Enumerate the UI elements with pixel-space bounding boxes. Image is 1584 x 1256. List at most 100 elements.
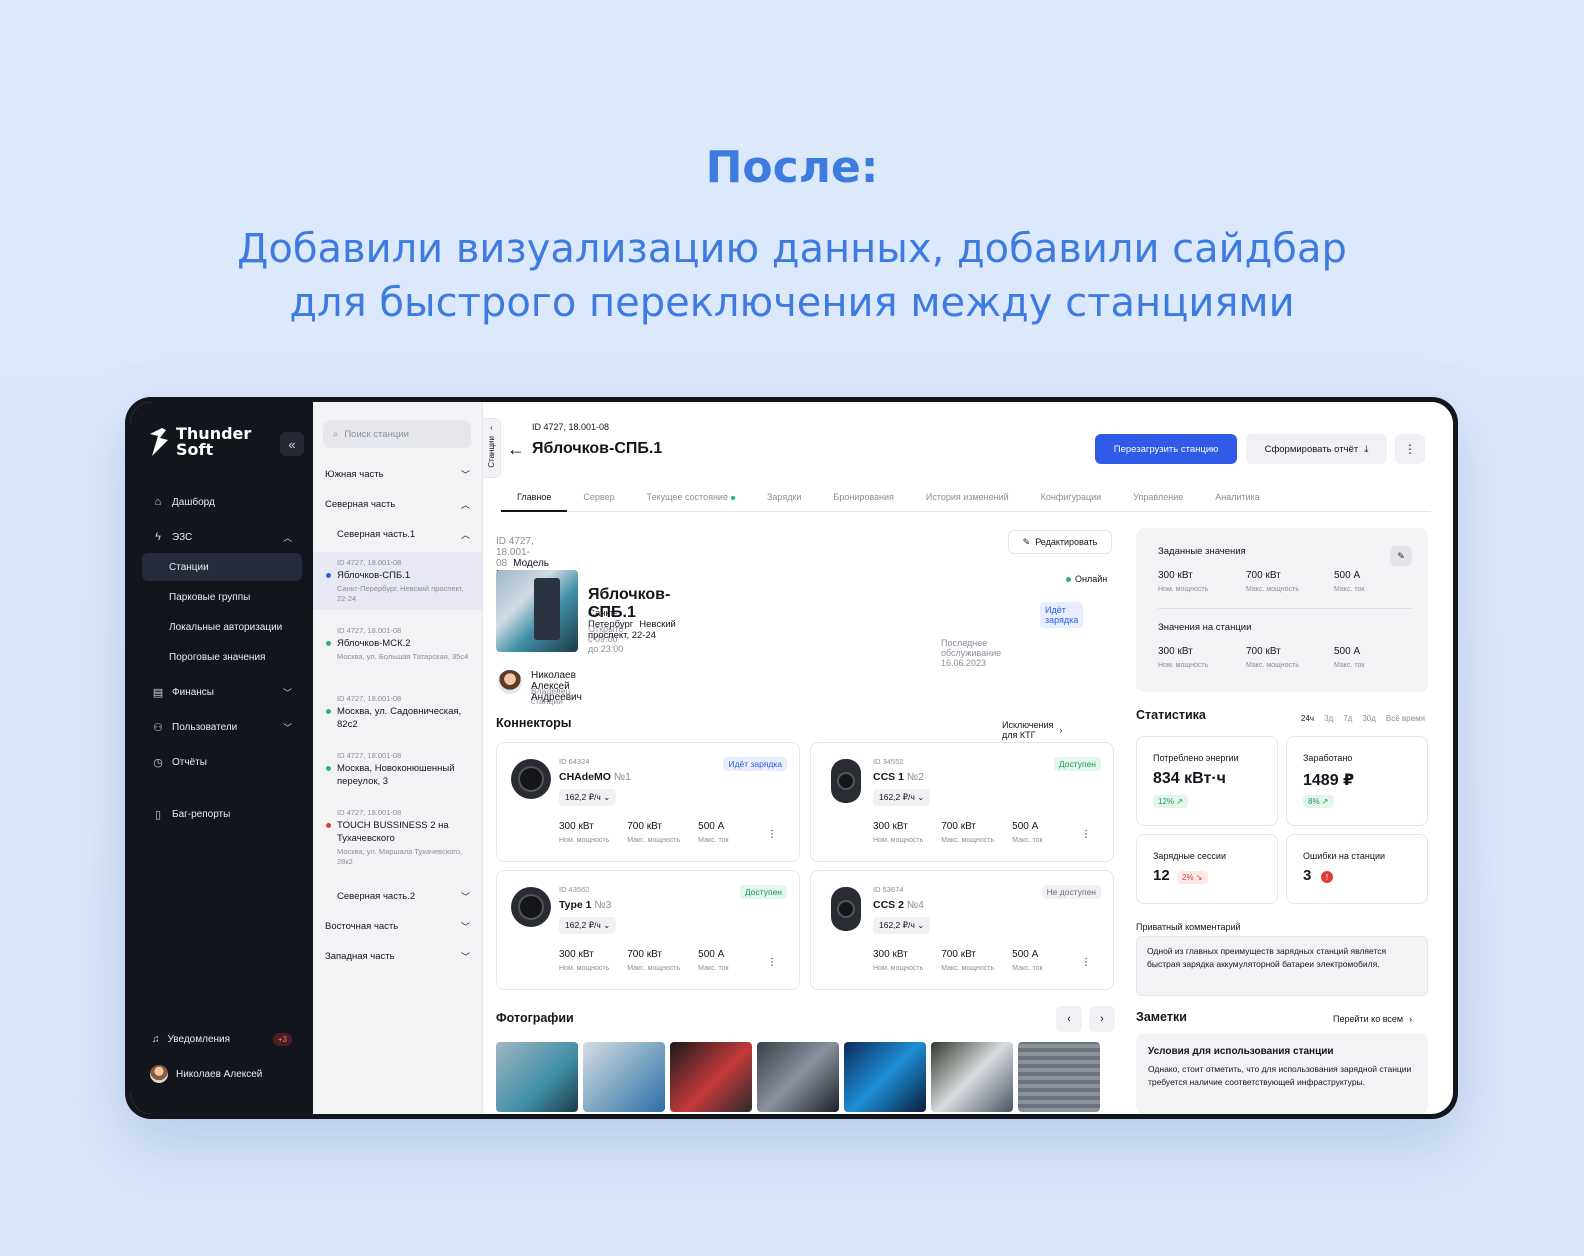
more-icon[interactable]: ⋮	[1081, 957, 1091, 968]
nav-item-ezs[interactable]: ϟ ЭЗС ︿	[142, 523, 302, 551]
connector-card[interactable]: ID 43562 Type 1 №3 162,2 ₽/ч ⌄ Доступен …	[496, 870, 800, 990]
chevron-down-icon: ﹀	[460, 951, 470, 962]
station-address: Москва, ул. Большая Татарская, 35с4	[337, 652, 469, 661]
chevron-down-icon: ﹀	[282, 722, 292, 733]
status-dot	[326, 573, 331, 578]
chevron-down-icon: ﹀	[460, 891, 470, 902]
nav-sub-park-groups[interactable]: Парковые группы	[142, 583, 302, 611]
type1-connector-icon	[511, 887, 551, 927]
tariff-dropdown[interactable]: 162,2 ₽/ч ⌄	[873, 917, 931, 934]
stations-sidebar-toggle[interactable]: ‹ Станции	[483, 418, 501, 478]
group-north[interactable]: Северная часть ︿	[325, 494, 470, 514]
station-list-item[interactable]: ID 4727, 18.001-08 Москва, Новоконюшенны…	[313, 745, 482, 794]
period-24h[interactable]: 24ч	[1301, 714, 1314, 723]
group-south[interactable]: Южная часть ﹀	[325, 464, 470, 484]
growth-badge: 12% ↗	[1153, 795, 1188, 808]
notifications-label: Уведомления	[167, 1033, 231, 1045]
photo-thumb[interactable]	[583, 1042, 665, 1112]
nav-item-reports[interactable]: ◷ Отчёты	[142, 748, 302, 776]
photo-strip	[496, 1042, 1114, 1112]
station-list-item[interactable]: ID 4727, 18.001-08 Москва, ул. Садовниче…	[313, 688, 482, 737]
connector-card[interactable]: ID 64324 CHAdeMO №1 162,2 ₽/ч ⌄ Идёт зар…	[496, 742, 800, 862]
hero-title: После:	[705, 142, 879, 193]
decline-badge: 2% ↘	[1177, 871, 1208, 884]
period-3d[interactable]: 3д	[1324, 714, 1333, 723]
station-list-item[interactable]: ID 4727, 18.001-08 TOUCH BUSSINESS 2 на …	[313, 802, 482, 873]
tariff-dropdown[interactable]: 162,2 ₽/ч ⌄	[559, 789, 617, 806]
document-icon: ▤	[152, 686, 164, 699]
collapse-sidebar-button[interactable]: «	[280, 432, 304, 456]
divider	[1158, 608, 1412, 609]
user-profile[interactable]: Николаев Алексей	[142, 1060, 302, 1088]
status-badge: Доступен	[739, 885, 787, 899]
logo-text-line-2: Soft	[176, 440, 214, 459]
note-title: Условия для использования станции	[1148, 1046, 1334, 1057]
tariff-dropdown[interactable]: 162,2 ₽/ч ⌄	[559, 917, 617, 934]
group-north-2[interactable]: Северная часть.2 ﹀	[337, 886, 470, 906]
search-placeholder: Поиск станции	[344, 428, 409, 440]
hero-subtitle-line-1: Добавили визуализацию данных, добавили с…	[237, 226, 1347, 272]
station-values-title: Значения на станции	[1158, 622, 1252, 633]
group-east[interactable]: Восточная часть ﹀	[325, 916, 470, 936]
tariff-dropdown[interactable]: 162,2 ₽/ч ⌄	[873, 789, 931, 806]
chevron-up-icon: ︿	[460, 499, 470, 510]
hero-subtitle-line-2: для быстрого переключения между станциям…	[289, 280, 1295, 326]
nav-sub-local-auth[interactable]: Локальные авторизации	[142, 613, 302, 641]
period-7d[interactable]: 7д	[1343, 714, 1352, 723]
edit-button[interactable]: ✎ Редактировать	[1008, 530, 1112, 554]
chevron-down-icon: ﹀	[460, 469, 470, 480]
status-dot	[326, 709, 331, 714]
station-list-item[interactable]: ID 4727, 18.001-08 Яблочков-МСК.2 Москва…	[313, 620, 482, 668]
nav-item-bug-reports[interactable]: ▯ Баг-репорты	[142, 800, 302, 828]
nav-item-finance[interactable]: ▤ Финансы ﹀	[142, 678, 302, 706]
photos-prev-button[interactable]: ‹	[1056, 1006, 1082, 1032]
group-label: Северная часть	[325, 498, 396, 510]
error-alert-icon: !	[1321, 871, 1333, 883]
chevron-left-icon: ‹	[490, 423, 493, 432]
status-badge: Идёт зарядка	[723, 757, 787, 771]
connector-id: ID 43562	[559, 885, 590, 894]
note-card[interactable]: Условия для использования станции Однако…	[1136, 1034, 1428, 1114]
station-search-input[interactable]: ⌕ Поиск станции	[323, 420, 471, 448]
group-west[interactable]: Западная часть ﹀	[325, 946, 470, 966]
nav-sub-thresholds[interactable]: Пороговые значения	[142, 643, 302, 671]
more-icon[interactable]: ⋮	[767, 957, 777, 968]
group-north-1[interactable]: Северная часть.1 ︿	[337, 524, 470, 544]
station-sidebar: ⌕ Поиск станции Южная часть ﹀ Северная ча…	[313, 402, 483, 1114]
photos-next-button[interactable]: ›	[1089, 1006, 1115, 1032]
connector-values: 300 кВт Ном. мощность 700 кВт Макс. мощнос…	[873, 821, 1043, 844]
notifications-button[interactable]: ♫ Уведомления +3	[142, 1026, 302, 1052]
notifications-count-badge: +3	[272, 1032, 292, 1046]
group-label: Северная часть.1	[337, 528, 416, 540]
pencil-icon[interactable]: ✎	[1390, 546, 1412, 566]
more-icon[interactable]: ⋮	[767, 829, 777, 840]
connector-name: CCS 1 №2	[873, 771, 924, 783]
status-dot	[326, 766, 331, 771]
nav-label: Отчёты	[172, 756, 207, 768]
all-notes-link[interactable]: Перейти ко всем ›	[1333, 1014, 1412, 1024]
nav-item-users[interactable]: ⚇ Пользователи ﹀	[142, 713, 302, 741]
more-icon[interactable]: ⋮	[1081, 829, 1091, 840]
nav-item-dashboard[interactable]: ⌂ Дашборд	[142, 488, 302, 516]
period-30d[interactable]: 30д	[1362, 714, 1376, 723]
station-list-item[interactable]: ID 4727, 18.001-08 Яблочков-СПБ.1 Санкт-…	[313, 552, 482, 610]
connector-id: ID 64324	[559, 757, 590, 766]
connector-card[interactable]: ID 53674 CCS 2 №4 162,2 ₽/ч ⌄ Не доступе…	[810, 870, 1114, 990]
period-all[interactable]: Всё время	[1386, 714, 1425, 723]
photo-thumb[interactable]	[496, 1042, 578, 1112]
ktg-exceptions-link[interactable]: Исключения для КТГ ›	[1002, 720, 1062, 740]
photo-thumb[interactable]	[931, 1042, 1013, 1112]
ccs1-connector-icon	[831, 759, 861, 803]
photo-thumb[interactable]	[670, 1042, 752, 1112]
photo-thumb[interactable]	[844, 1042, 926, 1112]
connector-card[interactable]: ID 34552 CCS 1 №2 162,2 ₽/ч ⌄ Доступен 3…	[810, 742, 1114, 862]
photo-thumb[interactable]	[1018, 1042, 1100, 1112]
station-address: Москва, ул. Маршала Тухачевского, 28к2	[337, 847, 463, 866]
opening-hours: Открыто с 09:00 до 23:00	[588, 624, 624, 654]
growth-badge: 8% ↗	[1303, 795, 1334, 808]
chevron-right-icon: ›	[1059, 725, 1063, 735]
private-comment[interactable]: Одной из главных преимуществ зарядных ст…	[1136, 936, 1428, 996]
photo-thumb[interactable]	[757, 1042, 839, 1112]
nav-sub-stations[interactable]: Станции	[142, 553, 302, 581]
status-badge: Не доступен	[1041, 885, 1101, 899]
